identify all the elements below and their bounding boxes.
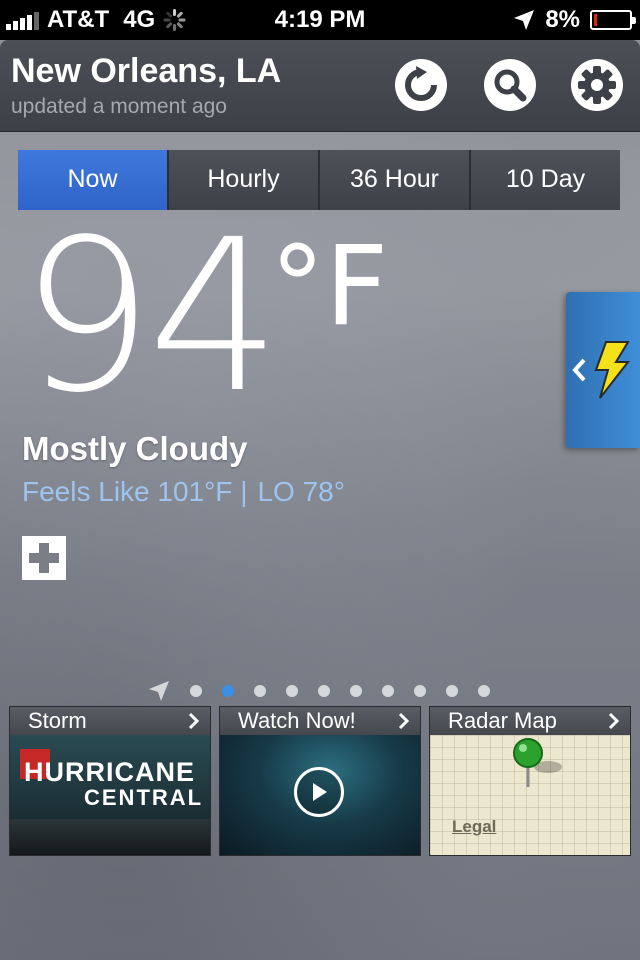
alerts-drawer-tab[interactable] <box>566 292 640 448</box>
settings-button[interactable] <box>570 58 624 112</box>
location-arrow-icon <box>514 10 535 30</box>
hurricane-central-thumbnail: HURRICANE CENTRAL <box>10 735 210 855</box>
play-icon <box>313 783 327 801</box>
chevron-right-icon <box>608 712 620 730</box>
radar-map-card[interactable]: Radar Map Legal <box>429 706 631 856</box>
battery-icon <box>590 10 636 30</box>
page-dot[interactable] <box>446 685 458 697</box>
chevron-right-icon <box>398 712 410 730</box>
radar-map-thumbnail: Legal <box>430 735 630 855</box>
page-dot[interactable] <box>254 685 266 697</box>
current-temperature: 94 <box>20 194 281 439</box>
card-header: Storm <box>10 707 210 735</box>
condition-label: Mostly Cloudy <box>22 430 248 467</box>
gear-icon <box>571 59 623 111</box>
video-thumbnail <box>220 735 420 855</box>
storm-card[interactable]: Storm HURRICANE CENTRAL <box>9 706 211 856</box>
page-dot[interactable] <box>190 685 202 697</box>
page-dot[interactable] <box>318 685 330 697</box>
city-name[interactable]: New Orleans, LA <box>11 52 281 91</box>
feels-like-label: Feels Like 101°F | <box>22 476 248 507</box>
page-dot[interactable] <box>286 685 298 697</box>
card-title: Watch Now! <box>238 708 356 733</box>
more-details-button[interactable] <box>22 536 66 580</box>
play-button[interactable] <box>294 767 344 817</box>
page-dot[interactable] <box>382 685 394 697</box>
feels-like-row: Feels Like 101°F | LO 78° <box>22 476 345 508</box>
card-title: Radar Map <box>448 708 557 733</box>
legal-link[interactable]: Legal <box>452 817 496 837</box>
thumbnail-title: HURRICANE <box>24 757 195 787</box>
plus-icon <box>29 543 59 573</box>
chevron-right-icon <box>188 712 200 730</box>
card-header: Watch Now! <box>220 707 420 735</box>
low-temp-label: LO 78° <box>257 476 345 507</box>
updated-label: updated a moment ago <box>11 95 227 118</box>
building-silhouette <box>10 819 210 855</box>
chevron-left-icon <box>572 358 586 382</box>
card-header: Radar Map <box>430 707 630 735</box>
page-dot[interactable] <box>350 685 362 697</box>
search-icon <box>484 59 536 111</box>
refresh-icon <box>395 59 447 111</box>
page-dot[interactable] <box>414 685 426 697</box>
tab-36-hour[interactable]: 36 Hour <box>320 150 471 210</box>
page-dot-active[interactable] <box>222 685 234 697</box>
tab-10-day[interactable]: 10 Day <box>471 150 620 210</box>
lightning-bolt-icon <box>594 341 631 399</box>
status-bar: AT&T 4G 4:19 PM 8% <box>0 0 640 40</box>
watch-now-card[interactable]: Watch Now! <box>219 706 421 856</box>
thumbnail-subtitle: CENTRAL <box>84 785 204 810</box>
map-pin-icon <box>513 738 562 787</box>
temperature-unit: °F <box>270 222 389 350</box>
card-title: Storm <box>28 708 87 733</box>
status-right: 8% <box>513 0 636 40</box>
battery-percent: 8% <box>545 6 580 33</box>
location-header: New Orleans, LA updated a moment ago <box>0 40 640 132</box>
page-dot[interactable] <box>478 685 490 697</box>
refresh-button[interactable] <box>394 58 448 112</box>
location-arrow-icon <box>149 681 169 701</box>
page-indicator <box>148 680 490 702</box>
search-button[interactable] <box>483 58 537 112</box>
